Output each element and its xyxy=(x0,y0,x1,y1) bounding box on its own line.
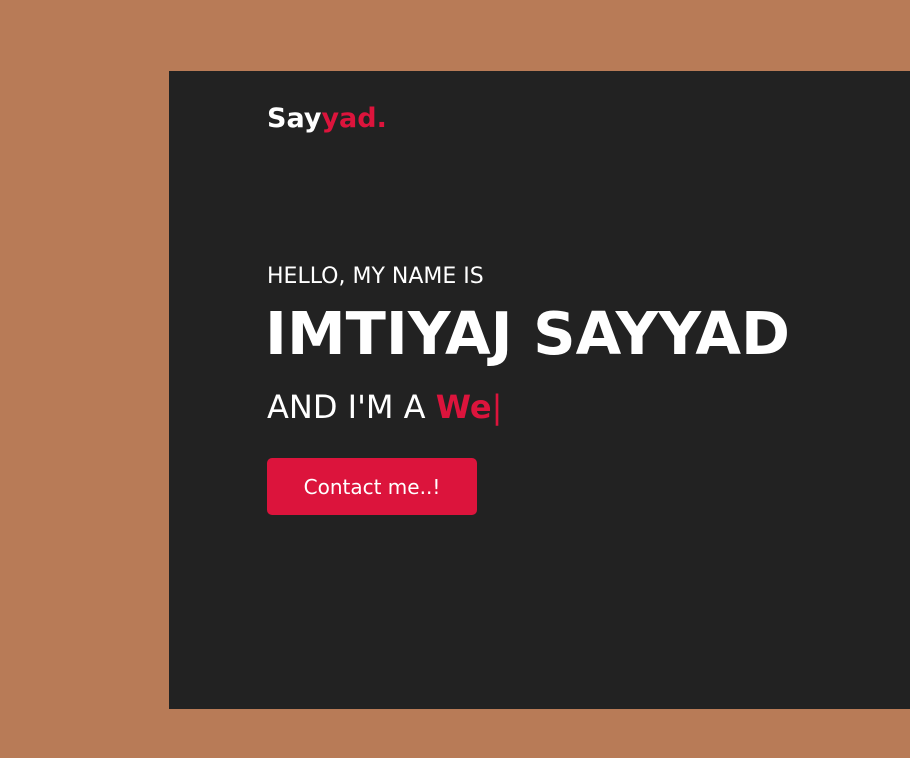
hero-greeting: HELLO, MY NAME IS xyxy=(267,264,484,289)
contact-button[interactable]: Contact me..! xyxy=(267,458,477,515)
hero-name: IMTIYAJ SAYYAD xyxy=(265,299,791,368)
role-typed-text: We xyxy=(435,388,492,426)
site-logo[interactable]: Sayyad. xyxy=(267,103,387,134)
logo-primary-text: Say xyxy=(267,103,322,134)
hero-role-line: AND I'M A We| xyxy=(267,388,502,426)
role-prefix: AND I'M A xyxy=(267,388,436,426)
typing-cursor: | xyxy=(491,388,503,426)
hero-section: Sayyad. HELLO, MY NAME IS IMTIYAJ SAYYAD… xyxy=(169,71,910,709)
logo-accent-text: yad. xyxy=(321,103,387,134)
